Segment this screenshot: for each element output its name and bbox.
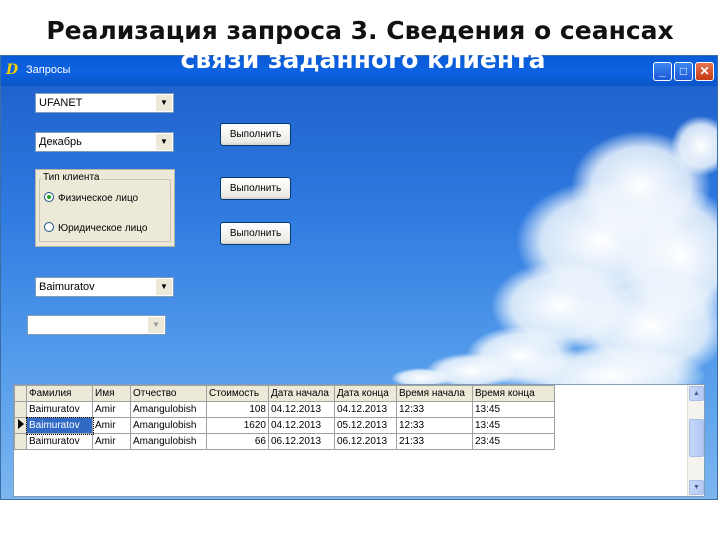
slide-title-line2: связи заданного клиента xyxy=(180,45,546,74)
chevron-down-icon[interactable]: ▼ xyxy=(156,134,172,150)
client-combo-value: Baimuratov xyxy=(39,281,95,293)
current-row-arrow-icon xyxy=(17,419,24,429)
client-type-groupbox: Тип клиента Физическое лицо Юридическое … xyxy=(35,169,175,247)
table-cell[interactable]: Amir xyxy=(92,433,131,450)
row-indicator[interactable] xyxy=(14,401,27,418)
empty-combo[interactable]: ▼ xyxy=(27,315,166,335)
scroll-up-icon[interactable]: ▲ xyxy=(689,386,704,401)
execute-button-3[interactable]: Выполнить xyxy=(220,222,291,245)
chevron-down-icon[interactable]: ▼ xyxy=(156,95,172,111)
table-cell[interactable]: 05.12.2013 xyxy=(334,417,397,434)
table-row[interactable]: Baimuratov Amir Amangulobish 108 04.12.2013 0… xyxy=(14,401,555,418)
sessions-table[interactable]: Фамилия Имя Отчество Стоимость Дата нача… xyxy=(14,385,555,450)
column-header[interactable]: Дата конца xyxy=(334,385,397,402)
table-cell[interactable]: Amir xyxy=(92,417,131,434)
table-cell[interactable]: Amangulobish xyxy=(130,417,207,434)
table-cell[interactable]: Amir xyxy=(92,401,131,418)
table-cell[interactable]: 23:45 xyxy=(472,433,555,450)
table-cell[interactable]: 66 xyxy=(206,433,269,450)
table-cell[interactable]: Amangulobish xyxy=(130,401,207,418)
table-cell[interactable]: 04.12.2013 xyxy=(334,401,397,418)
slide-title: Реализация запроса 3. Сведения о сеансах… xyxy=(0,16,720,74)
table-cell[interactable]: 12:33 xyxy=(396,401,473,418)
table-cell[interactable]: 13:45 xyxy=(472,401,555,418)
table-cell[interactable]: 04.12.2013 xyxy=(268,401,335,418)
provider-combo[interactable]: UFANET ▼ xyxy=(35,93,174,113)
radio-legal-entity[interactable]: Юридическое лицо xyxy=(44,222,147,234)
column-header[interactable]: Время конца xyxy=(472,385,555,402)
table-cell[interactable]: 108 xyxy=(206,401,269,418)
column-header[interactable]: Отчество xyxy=(130,385,207,402)
table-cell[interactable]: 21:33 xyxy=(396,433,473,450)
chevron-down-icon[interactable]: ▼ xyxy=(156,279,172,295)
row-indicator[interactable] xyxy=(14,417,27,434)
table-cell[interactable]: 1620 xyxy=(206,417,269,434)
scroll-down-icon[interactable]: ▼ xyxy=(689,480,704,495)
chevron-down-icon[interactable]: ▼ xyxy=(148,317,164,333)
column-header[interactable]: Дата начала xyxy=(268,385,335,402)
header-indicator xyxy=(14,385,27,402)
table-cell[interactable]: Baimuratov xyxy=(26,401,93,418)
slide-title-line1: Реализация запроса 3. Сведения о сеансах xyxy=(46,16,674,45)
client-type-title: Тип клиента xyxy=(41,172,102,183)
radio-individual-label: Физическое лицо xyxy=(58,193,139,204)
client-combo[interactable]: Baimuratov ▼ xyxy=(35,277,174,297)
column-header[interactable]: Имя xyxy=(92,385,131,402)
query-window: D Запросы _ □ ✕ UFANET ▼ Декабрь ▼ Выпол… xyxy=(0,55,718,500)
table-cell[interactable]: 12:33 xyxy=(396,417,473,434)
execute-button-1[interactable]: Выполнить xyxy=(220,123,291,146)
table-cell[interactable]: 04.12.2013 xyxy=(268,417,335,434)
sessions-grid[interactable]: Фамилия Имя Отчество Стоимость Дата нача… xyxy=(13,384,705,497)
table-row[interactable]: Baimuratov Amir Amangulobish 66 06.12.2013 06… xyxy=(14,433,555,450)
table-row[interactable]: Baimuratov Amir Amangulobish 1620 04.12.2013… xyxy=(14,416,555,435)
radio-legal-entity-label: Юридическое лицо xyxy=(58,223,148,234)
vertical-scrollbar[interactable]: ▲ ▼ xyxy=(687,385,704,496)
radio-checked-icon[interactable] xyxy=(44,192,54,202)
table-cell[interactable]: Baimuratov xyxy=(25,416,94,435)
radio-individual[interactable]: Физическое лицо xyxy=(44,192,138,204)
month-combo[interactable]: Декабрь ▼ xyxy=(35,132,174,152)
execute-button-2[interactable]: Выполнить xyxy=(220,177,291,200)
column-header[interactable]: Фамилия xyxy=(26,385,93,402)
scroll-thumb[interactable] xyxy=(689,419,704,457)
column-header[interactable]: Стоимость xyxy=(206,385,269,402)
table-cell[interactable]: 13:45 xyxy=(472,417,555,434)
table-cell[interactable]: 06.12.2013 xyxy=(268,433,335,450)
table-cell[interactable]: 06.12.2013 xyxy=(334,433,397,450)
column-header[interactable]: Время начала xyxy=(396,385,473,402)
table-cell[interactable]: Baimuratov xyxy=(26,433,93,450)
table-cell[interactable]: Amangulobish xyxy=(130,433,207,450)
grid-header-row: Фамилия Имя Отчество Стоимость Дата нача… xyxy=(14,385,555,402)
row-indicator[interactable] xyxy=(14,433,27,450)
provider-combo-value: UFANET xyxy=(39,97,83,109)
radio-unchecked-icon[interactable] xyxy=(44,222,54,232)
month-combo-value: Декабрь xyxy=(39,136,82,148)
